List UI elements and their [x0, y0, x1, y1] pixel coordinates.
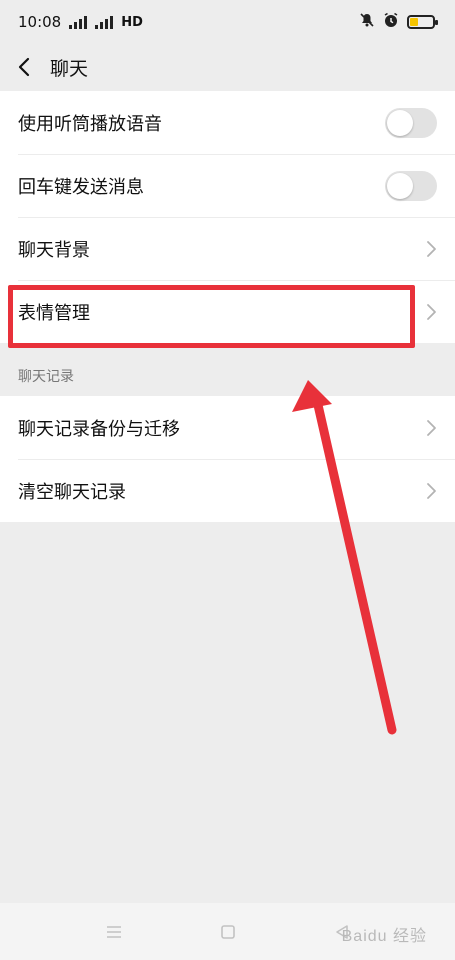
setting-row-clear-history[interactable]: 清空聊天记录 [0, 459, 455, 522]
chevron-right-icon [427, 240, 436, 257]
status-left: 10:08 HD [18, 13, 143, 31]
status-bar: 10:08 HD [0, 0, 455, 44]
toggle-knob [387, 109, 413, 136]
nav-bar: 聊天 [0, 44, 455, 90]
menu-button[interactable] [102, 920, 126, 944]
earpiece-playback-toggle[interactable] [385, 107, 437, 138]
enter-to-send-toggle[interactable] [385, 170, 437, 201]
setting-label: 清空聊天记录 [18, 481, 126, 503]
signal-icon-2 [95, 15, 114, 29]
alarm-clock-icon [383, 12, 399, 32]
settings-group-chat-history: 聊天记录备份与迁移 清空聊天记录 [0, 396, 455, 522]
chevron-right-icon [427, 303, 436, 320]
battery-icon [407, 15, 438, 29]
setting-label: 回车键发送消息 [18, 176, 144, 198]
setting-row-earpiece-playback[interactable]: 使用听筒播放语音 [0, 91, 455, 154]
chevron-left-icon [18, 57, 30, 77]
status-right [359, 12, 438, 32]
setting-row-backup-migrate[interactable]: 聊天记录备份与迁移 [0, 396, 455, 459]
mute-notification-icon [359, 12, 375, 32]
back-button[interactable] [14, 53, 34, 81]
section-header-chat-history: 聊天记录 [18, 369, 74, 385]
page-title: 聊天 [50, 57, 89, 80]
setting-label: 表情管理 [18, 302, 90, 324]
home-square-icon [220, 924, 235, 939]
status-time: 10:08 [18, 13, 62, 31]
setting-label: 聊天背景 [18, 239, 90, 261]
home-button[interactable] [216, 920, 240, 944]
battery-level [410, 18, 418, 26]
signal-icon [69, 15, 88, 29]
menu-icon [106, 925, 121, 938]
toggle-knob [387, 172, 413, 199]
setting-label: 使用听筒播放语音 [18, 113, 162, 135]
setting-row-sticker-management[interactable]: 表情管理 [0, 280, 455, 343]
settings-group-general: 使用听筒播放语音 回车键发送消息 聊天背景 表情管理 [0, 91, 455, 343]
chevron-right-icon [427, 482, 436, 499]
setting-row-chat-background[interactable]: 聊天背景 [0, 217, 455, 280]
chevron-right-icon [427, 419, 436, 436]
network-type-label: HD [121, 14, 143, 30]
setting-label: 聊天记录备份与迁移 [18, 418, 180, 440]
setting-row-enter-to-send[interactable]: 回车键发送消息 [0, 154, 455, 217]
watermark-text: Baidu 经验 [341, 928, 427, 945]
